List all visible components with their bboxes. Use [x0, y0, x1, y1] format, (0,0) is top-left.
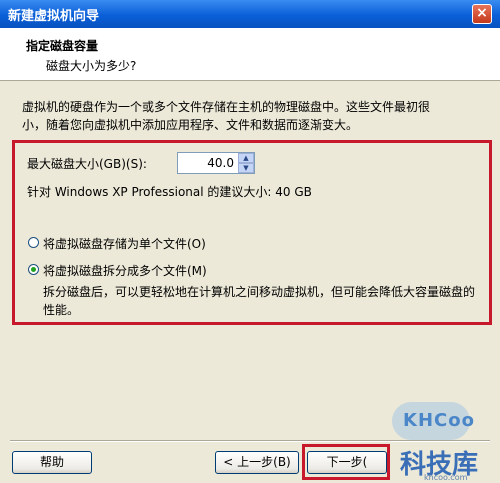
- spin-down-icon[interactable]: ▼: [238, 163, 254, 173]
- spinner-buttons: ▲ ▼: [238, 153, 254, 173]
- title-bar: 新建虚拟机向导 ×: [0, 0, 500, 28]
- single-file-radio[interactable]: [28, 237, 39, 248]
- disk-size-label: 最大磁盘大小(GB)(S):: [27, 157, 147, 171]
- recommended-size: 针对 Windows XP Professional 的建议大小: 40 GB: [27, 185, 312, 199]
- watermark-url: khcoo.com: [424, 473, 468, 482]
- header-subtitle: 磁盘大小为多少?: [46, 59, 137, 73]
- close-button[interactable]: ×: [472, 4, 492, 24]
- intro-line-1: 虚拟机的硬盘作为一个或多个文件存储在主机的物理磁盘中。这些文件最初很: [22, 100, 431, 114]
- wizard-header: 指定磁盘容量 磁盘大小为多少?: [0, 28, 500, 81]
- intro-line-2: 小，随着您向虚拟机中添加应用程序、文件和数据而逐渐变大。: [22, 118, 359, 132]
- watermark: KHCoo 科技库 khcoo.com: [372, 400, 500, 483]
- split-desc-line-2: 性能。: [43, 303, 80, 317]
- header-title: 指定磁盘容量: [26, 39, 99, 53]
- split-description: 拆分磁盘后，可以更轻松地在计算机之间移动虚拟机，但可能会降低大容量磁盘的 性能。: [43, 283, 483, 319]
- disk-size-value[interactable]: 40.0: [207, 156, 234, 170]
- intro-text: 虚拟机的硬盘作为一个或多个文件存储在主机的物理磁盘中。这些文件最初很 小，随着您…: [22, 98, 482, 134]
- split-desc-line-1: 拆分磁盘后，可以更轻松地在计算机之间移动虚拟机，但可能会降低大容量磁盘的: [43, 285, 476, 299]
- back-button[interactable]: < 上一步(B): [215, 451, 299, 474]
- spin-up-icon[interactable]: ▲: [238, 153, 254, 163]
- window-title: 新建虚拟机向导: [8, 9, 100, 24]
- single-file-label[interactable]: 将虚拟磁盘存储为单个文件(O): [43, 235, 206, 252]
- help-button[interactable]: 帮助: [12, 451, 92, 474]
- disk-size-spinner[interactable]: 40.0 ▲ ▼: [177, 152, 255, 174]
- split-files-radio[interactable]: [28, 264, 39, 275]
- split-files-label[interactable]: 将虚拟磁盘拆分成多个文件(M): [43, 262, 207, 279]
- watermark-logo: KHCoo: [403, 410, 475, 431]
